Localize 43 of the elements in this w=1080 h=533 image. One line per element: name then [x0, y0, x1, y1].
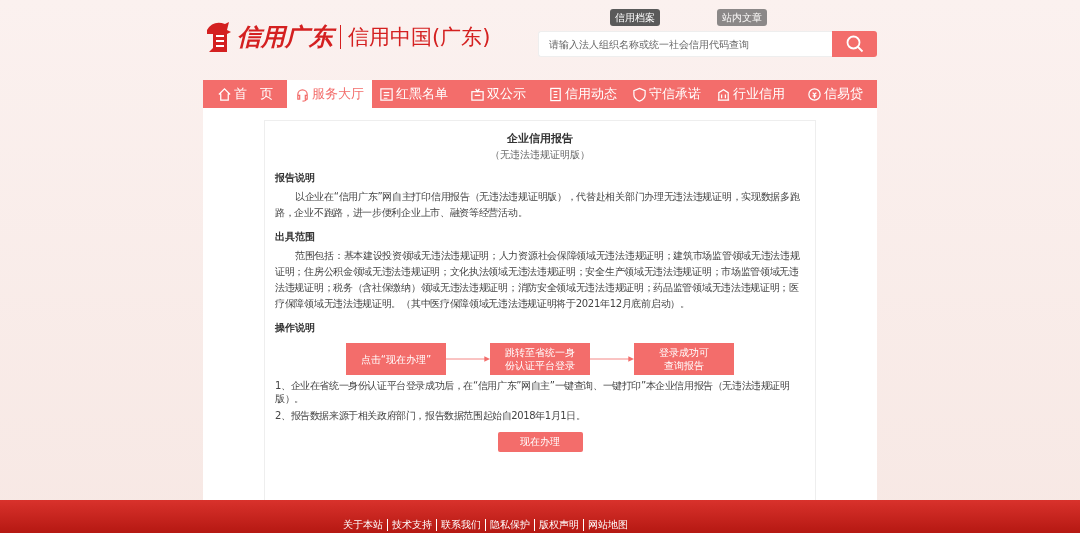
search-icon [845, 35, 864, 53]
list-icon [379, 86, 395, 102]
nav-tab[interactable]: 首 页 [203, 80, 288, 108]
instruction-note: 2、报告数据来源于相关政府部门，报告数据范围起始自2018年1月1日。 [275, 409, 587, 422]
search-tab[interactable]: 信用档案 [610, 9, 660, 26]
building-icon [716, 86, 732, 102]
nav-tab[interactable]: 信用动态 [540, 80, 625, 108]
nav-tab[interactable]: 双公示 [455, 80, 540, 108]
flow-arrow [446, 355, 490, 363]
flow-step: 登录成功可 查询报告 [634, 343, 734, 375]
headset-icon [294, 86, 310, 102]
report-title: 企业信用报告 [506, 131, 574, 146]
section-paragraph: 范围包括：基本建设投资领域无违法违规证明；人力资源社会保障领域无违法违规证明；建筑市场监管领域无违法违规证明；住房公积金领域无违法违规证明；文化执法领域无违法违规证明；安全生产领域无违法违规证明；市场监管领域无违法违规证明；税务（含社保缴纳）领域无违法违规证明；消防安全领域无违法违规证明；药品监管领域无违法违规证明；医疗保障领域无违法违规证明。（其中医疗保障领域无违法违规证明将于2021年12月底前启动）。 [275, 249, 801, 311]
nav-tab[interactable]: 守信承诺 [624, 80, 709, 108]
search-button[interactable] [832, 31, 877, 57]
footer-link[interactable]: 技术支持 [386, 519, 436, 531]
section-heading: 报告说明 [275, 171, 316, 185]
instruction-note: 1、企业在省统一身份认证平台登录成功后，在“信用广东”网自主”一键查询、一键打印”本企业信用报告（无违法违规证明版）。 [275, 379, 791, 405]
footer-link[interactable]: 版权声明 [533, 519, 583, 531]
flow-step: 点击“现在办理” [346, 343, 446, 375]
shield-icon [631, 86, 647, 102]
document-icon [547, 86, 563, 102]
coin-icon [806, 86, 822, 102]
section-heading: 操作说明 [275, 321, 316, 335]
search-field[interactable]: 请输入法人组织名称或统一社会信用代码查询 [538, 31, 832, 57]
board-icon [469, 86, 485, 102]
nav-tab[interactable]: 红黑名单 [371, 80, 456, 108]
footer-link[interactable]: 联系我们 [435, 519, 485, 531]
section-heading: 出具范围 [275, 230, 316, 244]
apply-now-button[interactable]: 现在办理 [497, 432, 583, 452]
nav-tab[interactable]: 信易贷 [792, 80, 877, 108]
nav-tab[interactable]: 行业信用 [708, 80, 793, 108]
report-subtitle: （无违法违规证明版） [489, 148, 591, 162]
site-title: 信用中国(广东) [348, 24, 491, 51]
footer-link[interactable]: 网站地图 [582, 519, 632, 531]
nav-tab[interactable]: 服务大厅 [287, 80, 372, 108]
footer-link[interactable]: 隐私保护 [484, 519, 534, 531]
house-icon [217, 86, 233, 102]
flow-step: 跳转至省统一身 份认证平台登录 [490, 343, 590, 375]
section-paragraph: 以企业在“信用广东”网自主打印信用报告（无违法违规证明版），代替赴相关部门办理无违法违规证明，实现数据多跑路，企业不跑路，进一步便利企业上市、融资等经营活动。 [275, 190, 801, 220]
flow-arrow [590, 355, 634, 363]
footer-link[interactable]: 关于本站 [338, 519, 387, 531]
search-tab[interactable]: 站内文章 [717, 9, 767, 26]
